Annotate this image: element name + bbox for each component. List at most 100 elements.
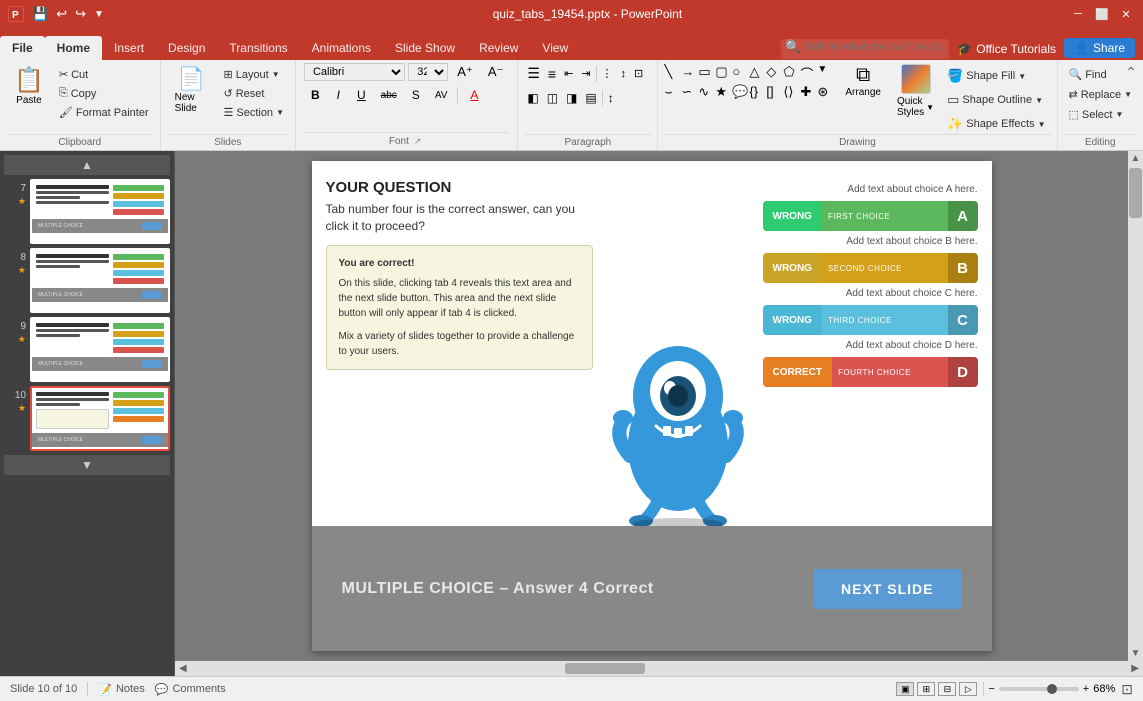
reset-btn[interactable]: ↺Reset xyxy=(218,85,289,102)
shape-curve[interactable]: ∽ xyxy=(681,84,697,100)
shape-rect[interactable]: ▭ xyxy=(698,64,714,83)
zoom-out-btn[interactable]: − xyxy=(988,683,994,695)
quick-styles-btn[interactable]: Quick Styles ▼ xyxy=(893,62,938,120)
normal-view-btn[interactable]: ▣ xyxy=(896,682,914,696)
copy-btn[interactable]: ⎘Copy xyxy=(54,85,154,102)
tab-transitions[interactable]: Transitions xyxy=(217,36,299,60)
slide-img-9[interactable]: MULTIPLE CHOICE xyxy=(30,317,170,382)
shape-triangle[interactable]: △ xyxy=(749,64,765,83)
scroll-thumb[interactable] xyxy=(1129,168,1142,218)
align-center-btn[interactable]: ◫ xyxy=(544,88,561,108)
italic-btn[interactable]: I xyxy=(330,85,347,105)
increase-indent-btn[interactable]: ⇥ xyxy=(578,64,593,83)
shape-bracket[interactable]: [] xyxy=(766,84,782,100)
scroll-left-btn[interactable]: ◀ xyxy=(175,663,191,674)
tab-review[interactable]: Review xyxy=(467,36,530,60)
shape-more[interactable]: ▼ xyxy=(817,64,833,83)
tab-animations[interactable]: Animations xyxy=(300,36,383,60)
slide-thumb-8[interactable]: 8 ★ xyxy=(4,248,170,313)
h-scroll-thumb[interactable] xyxy=(565,663,645,674)
numbered-list-btn[interactable]: ≡ xyxy=(545,63,559,85)
align-right-btn[interactable]: ◨ xyxy=(563,88,580,108)
tab-design[interactable]: Design xyxy=(156,36,217,60)
tab-view[interactable]: View xyxy=(530,36,580,60)
fit-window-btn[interactable]: ⊡ xyxy=(1121,681,1133,698)
slide-img-7[interactable]: MULTIPLE CHOICE xyxy=(30,179,170,244)
slide-img-10[interactable]: MULTIPLE CHOICE xyxy=(30,386,170,451)
align-left-btn[interactable]: ◧ xyxy=(524,88,541,108)
close-btn[interactable]: ✕ xyxy=(1117,5,1135,23)
choice-d-btn[interactable]: CORRECT FOURTH CHOICE D xyxy=(763,357,978,387)
slide-thumb-10[interactable]: 10 ★ xyxy=(4,386,170,451)
undo-qa-btn[interactable]: ↩ xyxy=(54,4,69,24)
smart-art-btn[interactable]: ⊡ xyxy=(631,64,646,83)
strikethrough-btn[interactable]: abc xyxy=(376,87,402,104)
bullet-list-btn[interactable]: ☰ xyxy=(524,62,543,85)
shape-fill-btn[interactable]: 🪣 Shape Fill ▼ xyxy=(942,66,1050,86)
choice-c-btn[interactable]: WRONG THIRD CHOICE C xyxy=(763,305,978,335)
columns-btn[interactable]: ⋮ xyxy=(599,64,616,83)
shape-arc[interactable]: ⌣ xyxy=(664,84,680,100)
shape-callout[interactable]: 💬 xyxy=(732,84,748,100)
shape-effects-btn[interactable]: ✨ Shape Effects ▼ xyxy=(942,114,1050,134)
shape-freeform[interactable]: ∿ xyxy=(698,84,714,100)
shape-pentagon[interactable]: ⬠ xyxy=(783,64,799,83)
decrease-font-btn[interactable]: A⁻ xyxy=(482,62,510,82)
justify-btn[interactable]: ▤ xyxy=(582,88,599,108)
next-slide-btn[interactable]: NEXT SLIDE xyxy=(813,569,961,609)
tab-file[interactable]: File xyxy=(0,36,45,60)
shape-chevron[interactable]: ⌒ xyxy=(800,64,816,83)
shape-rounded-rect[interactable]: ▢ xyxy=(715,64,731,83)
zoom-in-btn[interactable]: + xyxy=(1083,683,1089,695)
arrange-btn[interactable]: ⧉ Arrange xyxy=(837,62,889,100)
line-spacing-btn[interactable]: ↕ xyxy=(605,88,617,108)
shape-line[interactable]: ╲ xyxy=(664,64,680,83)
text-direction-btn[interactable]: ↕ xyxy=(618,65,630,83)
layout-btn[interactable]: ⊞Layout▼ xyxy=(218,66,289,83)
office-tutorials-btn[interactable]: 🎓 Office Tutorials xyxy=(957,42,1056,56)
increase-font-btn[interactable]: A⁺ xyxy=(451,62,479,82)
reading-view-btn[interactable]: ⊟ xyxy=(938,682,956,696)
h-scrollbar[interactable]: ◀ ▶ xyxy=(175,661,1143,676)
decrease-indent-btn[interactable]: ⇤ xyxy=(561,64,576,83)
shape-arrow[interactable]: → xyxy=(681,64,697,83)
paste-btn[interactable]: 📋 Paste xyxy=(6,62,52,110)
redo-qa-btn[interactable]: ↪ xyxy=(73,4,88,24)
cut-btn[interactable]: ✂Cut xyxy=(54,66,154,83)
shape-plus[interactable]: ✚ xyxy=(800,84,816,100)
presenter-view-btn[interactable]: ▷ xyxy=(959,682,977,696)
slide-thumb-9[interactable]: 9 ★ xyxy=(4,317,170,382)
shadow-btn[interactable]: S xyxy=(405,85,427,105)
panel-scroll-up-btn[interactable]: ▲ xyxy=(4,155,170,175)
shape-diamond[interactable]: ◇ xyxy=(766,64,782,83)
shape-outline-btn[interactable]: ▭ Shape Outline ▼ xyxy=(942,90,1050,110)
slide-sorter-btn[interactable]: ⊞ xyxy=(917,682,935,696)
tab-home[interactable]: Home xyxy=(45,36,102,60)
section-btn[interactable]: ☰Section▼ xyxy=(218,104,289,121)
customize-qa-btn[interactable]: ▼ xyxy=(92,7,106,22)
slide-thumb-7[interactable]: 7 ★ xyxy=(4,179,170,244)
choice-b-btn[interactable]: WRONG SECOND CHOICE B xyxy=(763,253,978,283)
save-qa-btn[interactable]: 💾 xyxy=(30,4,50,24)
slide-img-8[interactable]: MULTIPLE CHOICE xyxy=(30,248,170,313)
share-btn[interactable]: 👤 Share xyxy=(1064,38,1135,58)
notes-btn[interactable]: 📝 Notes xyxy=(98,683,144,696)
tell-me-input[interactable] xyxy=(805,41,945,53)
shape-misc2[interactable]: ⊛ xyxy=(817,84,833,100)
shape-misc1[interactable]: ⟨⟩ xyxy=(783,84,799,100)
tab-insert[interactable]: Insert xyxy=(102,36,156,60)
font-face-select[interactable]: Calibri xyxy=(304,63,405,81)
v-scrollbar[interactable]: ▲ ▼ xyxy=(1128,151,1143,661)
scroll-down-btn[interactable]: ▼ xyxy=(1128,646,1143,661)
scroll-up-btn[interactable]: ▲ xyxy=(1128,151,1143,166)
shape-star[interactable]: ★ xyxy=(715,84,731,100)
collapse-ribbon-btn[interactable]: ⌃ xyxy=(1121,62,1141,83)
zoom-slider[interactable] xyxy=(999,687,1079,691)
font-size-select[interactable]: 32 xyxy=(408,63,448,81)
font-color-btn[interactable]: A xyxy=(463,85,485,105)
shape-oval[interactable]: ○ xyxy=(732,64,748,83)
underline-btn[interactable]: U xyxy=(350,85,373,105)
font-group-expander[interactable]: ↗ xyxy=(411,135,425,148)
panel-scroll-down-btn[interactable]: ▼ xyxy=(4,455,170,475)
new-slide-btn[interactable]: 📄 New Slide xyxy=(167,62,217,118)
